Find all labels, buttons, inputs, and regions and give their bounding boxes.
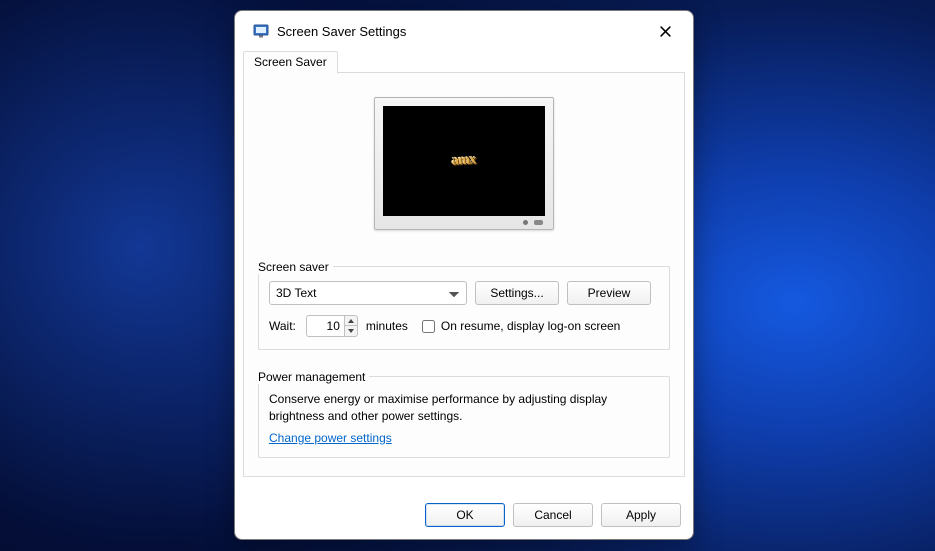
tab-area: Screen Saver amx Scr — [243, 51, 685, 477]
tab-screen-saver[interactable]: Screen Saver — [243, 51, 338, 74]
onresume-checkbox[interactable] — [422, 320, 435, 333]
screensaver-group-legend: Screen saver — [258, 260, 333, 274]
power-management-text: Conserve energy or maximise performance … — [269, 391, 659, 425]
onresume-label: On resume, display log-on screen — [441, 319, 620, 333]
wait-spin-up[interactable] — [344, 315, 358, 326]
monitor-power-icon — [534, 220, 543, 225]
title-bar: Screen Saver Settings — [235, 11, 693, 51]
monitor-foot — [383, 216, 545, 225]
onresume-checkbox-wrap[interactable]: On resume, display log-on screen — [422, 319, 620, 333]
screensaver-group: Screen saver 3D Text Settings... Preview… — [258, 252, 670, 350]
screensaver-settings-dialog: Screen Saver Settings Screen Saver amx — [234, 10, 694, 540]
close-button[interactable] — [649, 19, 681, 43]
wait-spin-down[interactable] — [344, 326, 358, 337]
screensaver-3d-text: amx — [452, 152, 477, 169]
screensaver-icon — [253, 23, 269, 39]
screensaver-group-box: 3D Text Settings... Preview Wait: — [258, 266, 670, 350]
cancel-button[interactable]: Cancel — [513, 503, 593, 527]
change-power-settings-link[interactable]: Change power settings — [269, 431, 392, 445]
power-management-group: Power management Conserve energy or maxi… — [258, 362, 670, 458]
power-management-legend: Power management — [258, 370, 369, 384]
screensaver-select[interactable]: 3D Text — [269, 281, 467, 305]
ok-button[interactable]: OK — [425, 503, 505, 527]
apply-button[interactable]: Apply — [601, 503, 681, 527]
window-title: Screen Saver Settings — [277, 24, 406, 39]
wait-label: Wait: — [269, 319, 296, 333]
minutes-label: minutes — [366, 319, 408, 333]
tab-strip: Screen Saver — [243, 51, 685, 73]
monitor-led-icon — [523, 220, 528, 225]
monitor-screen: amx — [383, 106, 545, 216]
settings-button[interactable]: Settings... — [475, 281, 559, 305]
preview-button[interactable]: Preview — [567, 281, 651, 305]
tab-body: amx Screen saver 3D Text — [243, 73, 685, 477]
desktop-wallpaper: Screen Saver Settings Screen Saver amx — [0, 0, 935, 551]
wait-spinner — [306, 315, 358, 337]
monitor-frame: amx — [374, 97, 554, 230]
monitor-preview-area: amx — [258, 85, 670, 248]
tab-label: Screen Saver — [254, 55, 327, 69]
wait-minutes-input[interactable] — [306, 315, 344, 337]
dialog-footer: OK Cancel Apply — [235, 493, 693, 539]
power-management-box: Conserve energy or maximise performance … — [258, 376, 670, 458]
